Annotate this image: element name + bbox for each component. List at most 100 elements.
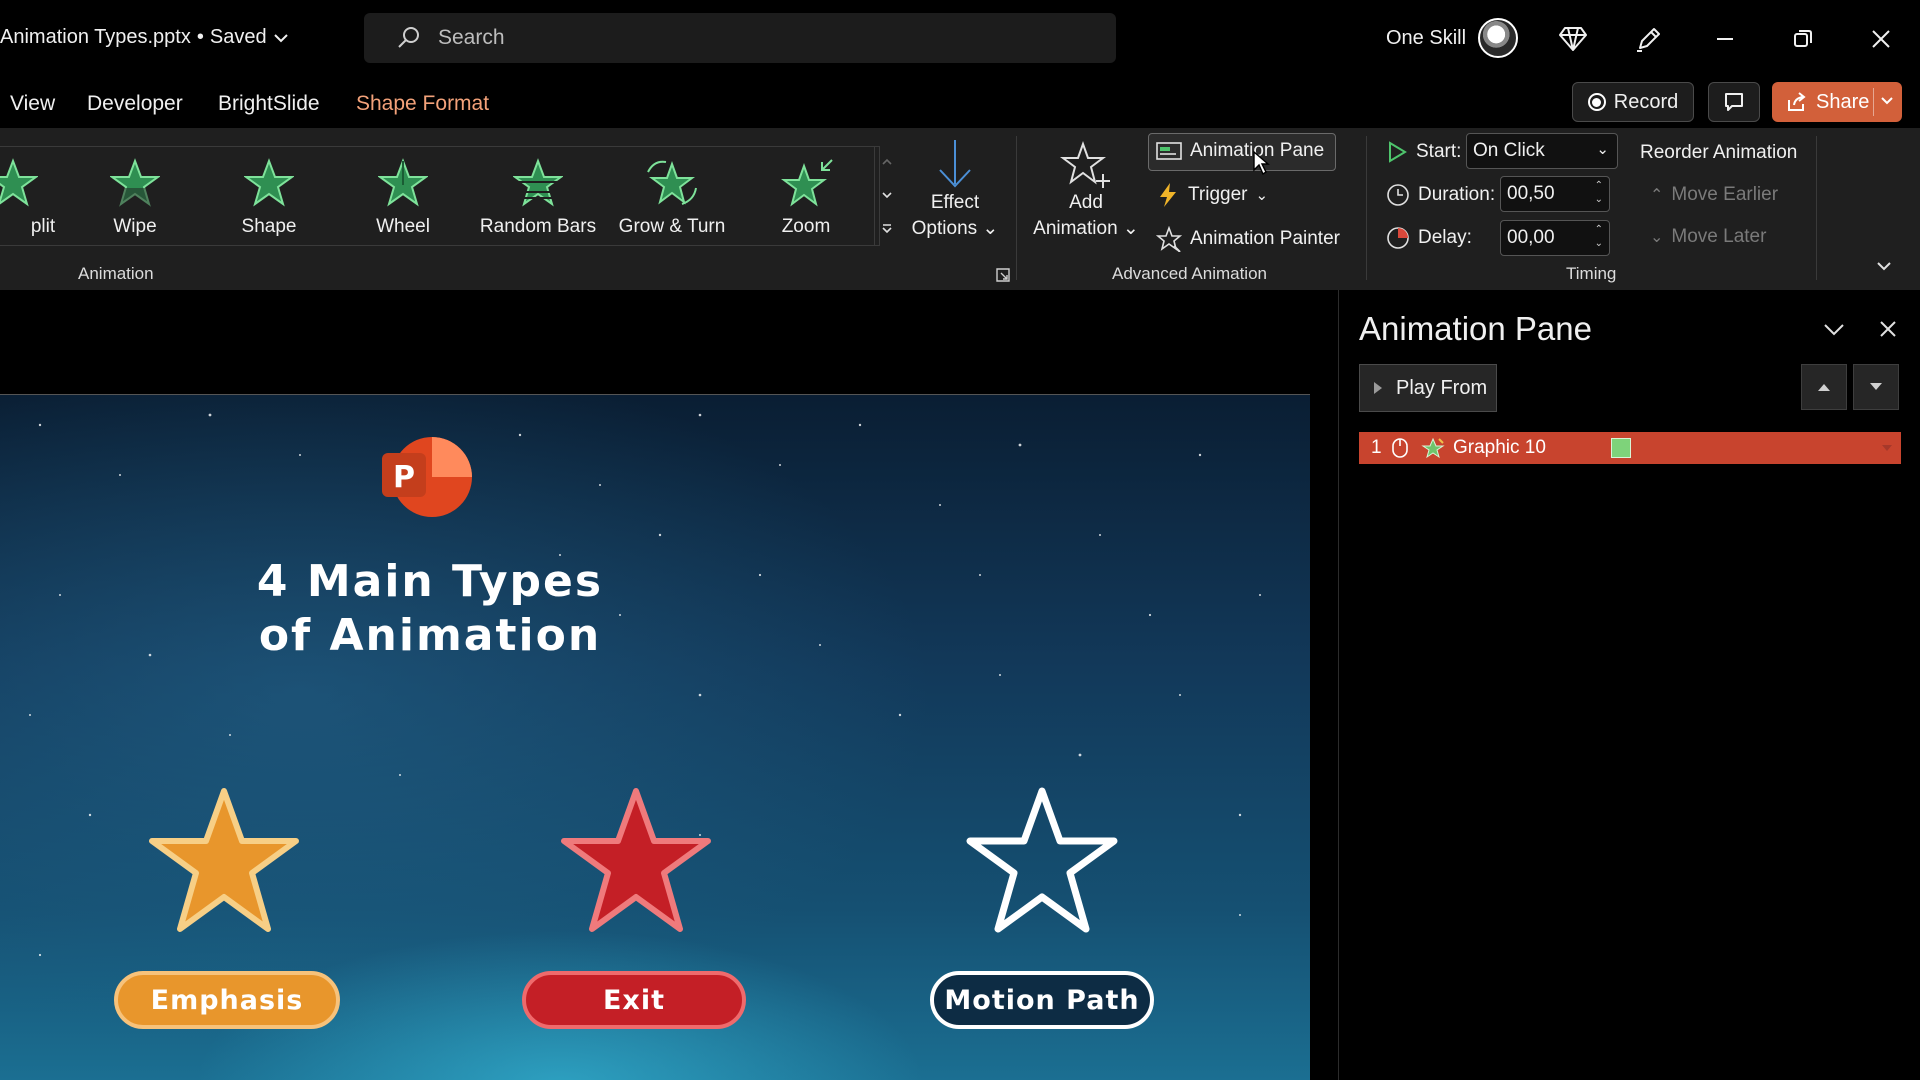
- tab-view[interactable]: View: [10, 92, 55, 116]
- animation-pane-row[interactable]: Animation Pane: [1156, 140, 1324, 162]
- delay-row: Delay:: [1386, 226, 1472, 250]
- item-dropdown-icon[interactable]: [1881, 443, 1893, 453]
- reorder-animation-title: Reorder Animation: [1640, 142, 1798, 163]
- trigger-label: Trigger: [1188, 184, 1248, 205]
- slide-canvas[interactable]: P 4 Main Types of Animation Emphasis Exi…: [0, 394, 1310, 1080]
- add-animation-button[interactable]: Add Animation ⌄: [1028, 138, 1144, 242]
- exit-button[interactable]: Exit: [522, 971, 746, 1029]
- move-down-button[interactable]: [1853, 364, 1899, 410]
- menu-bar: View Developer BrightSlide Shape Format …: [0, 78, 1920, 128]
- duration-label: Duration:: [1418, 184, 1496, 205]
- ribbon-divider: [1366, 136, 1367, 280]
- animation-split-label: plit: [30, 216, 56, 237]
- animation-zoom[interactable]: Zoom: [741, 158, 871, 258]
- animation-list-item[interactable]: 1 Graphic 10: [1359, 432, 1901, 464]
- triangle-down-icon: [1870, 383, 1882, 390]
- motion-path-button[interactable]: Motion Path: [930, 971, 1154, 1029]
- effect-options-label-1: Effect: [930, 192, 980, 213]
- avatar[interactable]: [1478, 18, 1518, 58]
- trigger-button[interactable]: Trigger ⌄: [1156, 182, 1268, 208]
- dialog-launcher-icon[interactable]: [996, 268, 1010, 282]
- collapse-ribbon-icon[interactable]: [1876, 260, 1892, 272]
- emphasis-star-icon[interactable]: [144, 783, 304, 943]
- close-icon[interactable]: [1864, 22, 1898, 56]
- minimize-icon[interactable]: [1708, 22, 1742, 56]
- tab-developer[interactable]: Developer: [87, 92, 183, 116]
- duration-input[interactable]: 00,50 ⌃ ⌄: [1500, 176, 1610, 212]
- ribbon-divider: [1016, 136, 1017, 280]
- search-box[interactable]: [364, 13, 1116, 63]
- animation-random-bars[interactable]: Random Bars: [473, 158, 603, 258]
- save-status: Saved: [209, 26, 267, 48]
- animation-wipe[interactable]: Wipe: [70, 158, 200, 258]
- animation-wheel[interactable]: Wheel: [338, 158, 468, 258]
- search-icon: [398, 27, 419, 48]
- tab-brightslide[interactable]: BrightSlide: [218, 92, 320, 116]
- title-bar: Animation Types.pptx • Saved One Skill: [0, 0, 1920, 78]
- play-icon: [1374, 382, 1382, 394]
- mouse-cursor-icon: [1253, 150, 1270, 176]
- chevron-down-icon: ⌄: [1650, 229, 1664, 246]
- move-up-button[interactable]: [1801, 364, 1847, 410]
- ribbon: plit Wipe Shape Wheel Random Bars Grow &…: [0, 128, 1920, 290]
- gallery-expand-icon[interactable]: [881, 223, 893, 235]
- search-input[interactable]: [438, 26, 1038, 50]
- gallery-scroll[interactable]: [874, 146, 898, 246]
- move-earlier-button[interactable]: ⌃ Move Earlier: [1650, 184, 1778, 206]
- animation-timing-bar[interactable]: [1611, 438, 1631, 458]
- animation-shape[interactable]: Shape: [204, 158, 334, 258]
- duration-row: Duration:: [1386, 183, 1495, 207]
- grow-turn-star-icon: [647, 160, 697, 205]
- pen-icon[interactable]: [1632, 22, 1666, 56]
- animation-grow-turn-label: Grow & Turn: [618, 216, 726, 237]
- chevron-down-icon[interactable]: [881, 190, 893, 200]
- play-icon: [1389, 141, 1407, 163]
- restore-icon[interactable]: [1786, 22, 1820, 56]
- record-icon: [1587, 93, 1606, 111]
- pane-close-icon[interactable]: [1873, 314, 1903, 344]
- animation-painter-button[interactable]: Animation Painter: [1156, 226, 1340, 252]
- exit-star-icon[interactable]: [556, 783, 716, 943]
- animation-wipe-label: Wipe: [113, 216, 157, 237]
- share-button[interactable]: Share: [1772, 82, 1902, 122]
- duration-spinner[interactable]: ⌃ ⌄: [1595, 179, 1603, 207]
- comments-button[interactable]: [1708, 82, 1760, 122]
- animation-shape-label: Shape: [241, 216, 297, 237]
- shape-star-icon: [244, 158, 294, 207]
- pane-options-chevron-icon[interactable]: [1819, 314, 1849, 344]
- animation-grow-turn[interactable]: Grow & Turn: [607, 158, 737, 258]
- animation-painter-label: Animation Painter: [1190, 228, 1340, 249]
- chevron-up-icon[interactable]: [881, 157, 893, 167]
- emphasis-button[interactable]: Emphasis: [114, 971, 340, 1029]
- effect-options-label-2: Options ⌄: [911, 218, 999, 239]
- animation-order-number: 1: [1371, 437, 1382, 458]
- tab-shape-format[interactable]: Shape Format: [356, 92, 489, 116]
- chevron-up-icon: ⌃: [1650, 187, 1664, 204]
- move-later-button[interactable]: ⌄ Move Later: [1650, 226, 1766, 248]
- user-name[interactable]: One Skill: [1386, 27, 1466, 50]
- motion-path-star-icon[interactable]: [962, 783, 1122, 943]
- chevron-down-icon[interactable]: [1880, 90, 1894, 112]
- play-from-button[interactable]: Play From: [1359, 364, 1497, 412]
- record-button[interactable]: Record: [1572, 82, 1694, 122]
- delay-spinner[interactable]: ⌃ ⌄: [1595, 223, 1603, 251]
- triangle-up-icon: [1818, 384, 1830, 391]
- clock-icon: [1387, 184, 1409, 206]
- start-select[interactable]: On Click ⌄: [1466, 133, 1618, 169]
- diamond-icon[interactable]: [1556, 22, 1590, 56]
- animation-pane: Animation Pane Play From 1 Graphic 10: [1338, 290, 1920, 1080]
- wipe-star-icon: [110, 158, 160, 207]
- start-row: Start:: [1386, 140, 1461, 164]
- mouse-click-icon: [1392, 438, 1408, 458]
- add-animation-label-1: Add: [1069, 192, 1103, 213]
- delay-label: Delay:: [1418, 227, 1472, 248]
- animation-split[interactable]: plit: [0, 158, 78, 258]
- document-title[interactable]: Animation Types.pptx • Saved: [0, 26, 289, 49]
- move-later-label: Move Later: [1671, 226, 1767, 247]
- share-divider: [1873, 88, 1874, 116]
- powerpoint-logo-letter: P: [393, 460, 415, 495]
- zoom-star-icon: [781, 159, 833, 207]
- effect-options-button[interactable]: Effect Options ⌄: [908, 138, 1002, 242]
- slide-title[interactable]: 4 Main Types of Animation: [160, 555, 700, 663]
- delay-input[interactable]: 00,00 ⌃ ⌄: [1500, 220, 1610, 256]
